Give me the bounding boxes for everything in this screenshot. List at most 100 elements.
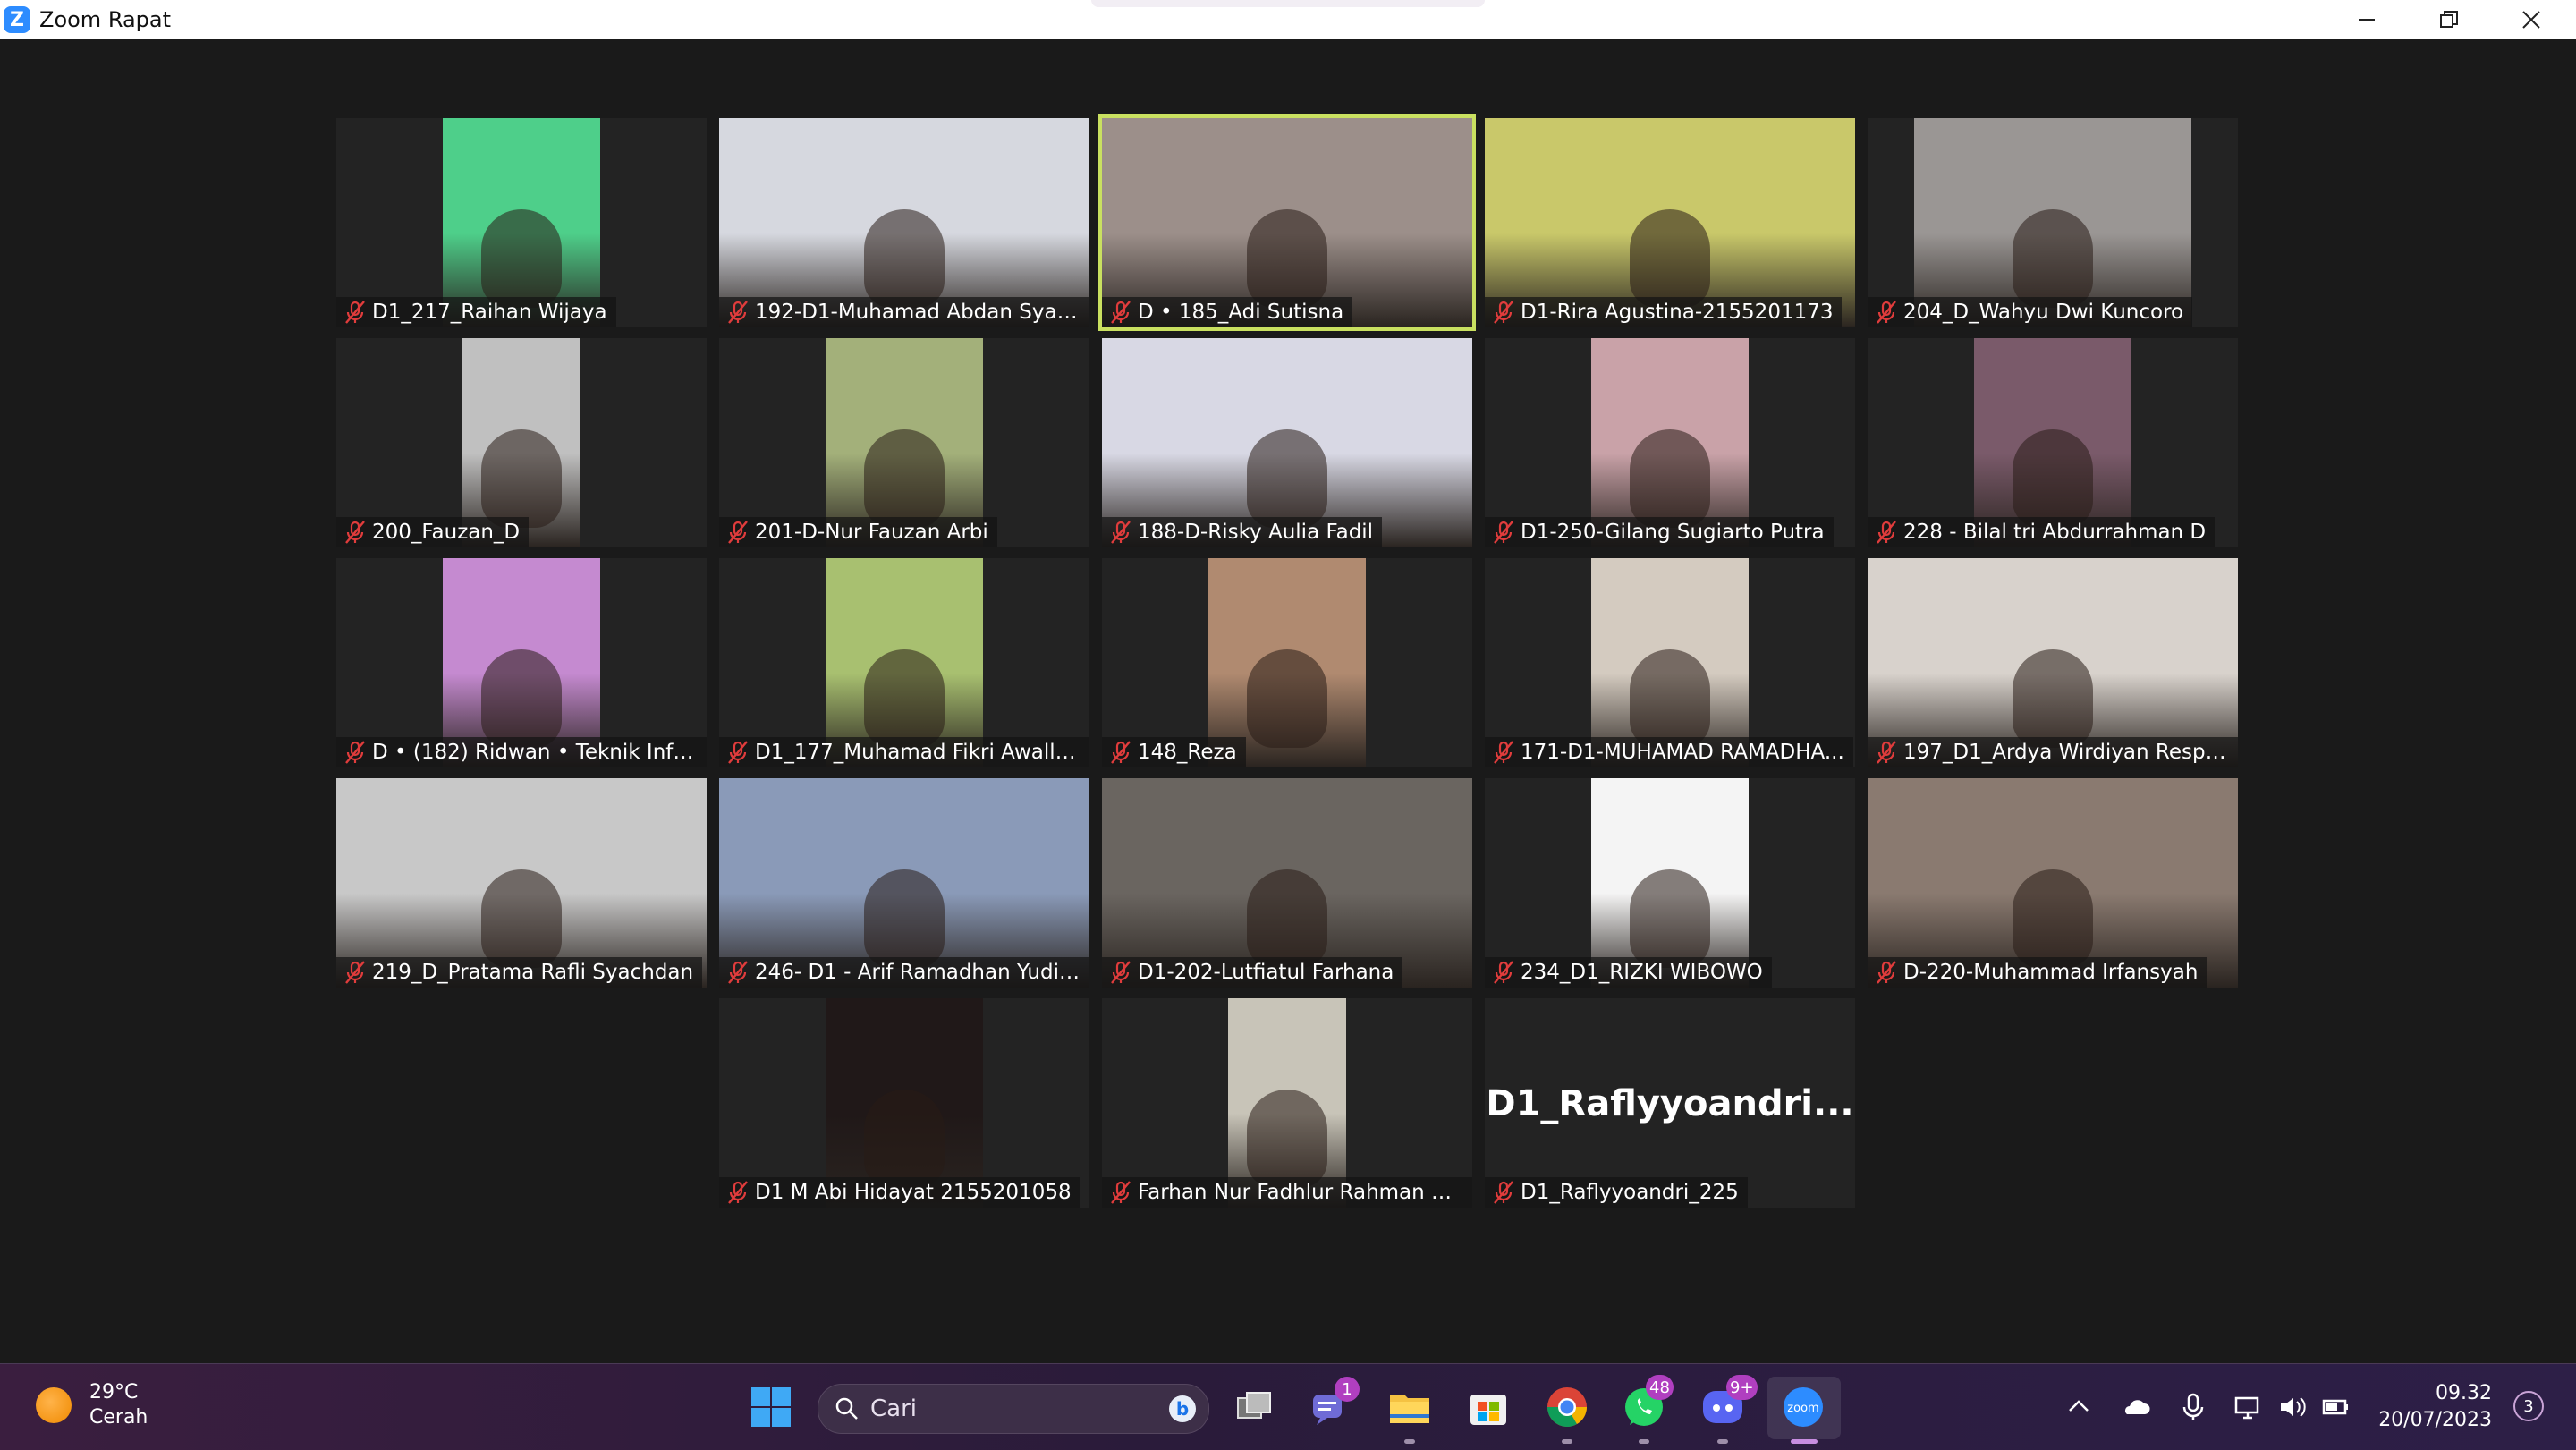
close-icon	[2522, 11, 2540, 29]
participant-tile[interactable]: 234_D1_RIZKI WIBOWO	[1485, 778, 1855, 988]
svg-text:zoom: zoom	[1787, 1402, 1818, 1415]
person-silhouette	[1247, 1090, 1327, 1188]
battery-icon[interactable]	[2320, 1391, 2352, 1423]
search-placeholder: Cari	[870, 1395, 917, 1422]
close-button[interactable]	[2490, 0, 2572, 39]
start-button[interactable]	[748, 1384, 794, 1430]
minimize-button[interactable]	[2326, 0, 2408, 39]
muted-mic-icon	[724, 519, 751, 546]
muted-mic-icon	[342, 299, 369, 326]
muted-mic-icon	[1490, 959, 1517, 986]
restore-button[interactable]	[2408, 0, 2490, 39]
participant-name: 171-D1-MUHAMAD RAMADHA...	[1521, 741, 1844, 764]
muted-mic-icon	[1490, 1179, 1517, 1206]
onedrive-cloud-icon[interactable]	[2120, 1391, 2152, 1423]
participant-name: 201-D-Nur Fauzan Arbi	[755, 521, 988, 544]
person-silhouette	[2012, 649, 2093, 748]
person-silhouette	[864, 1090, 945, 1188]
participant-tile[interactable]: 171-D1-MUHAMAD RAMADHA...	[1485, 558, 1855, 767]
whatsapp-running-indicator	[1639, 1439, 1649, 1444]
participant-tile[interactable]: D-220-Muhammad Irfansyah	[1868, 778, 2238, 988]
participant-tile[interactable]: 246- D1 - Arif Ramadhan Yudiasa	[719, 778, 1089, 988]
sun-icon	[36, 1387, 72, 1423]
microphone-icon[interactable]	[2177, 1391, 2209, 1423]
participant-tile[interactable]: 201-D-Nur Fauzan Arbi	[719, 338, 1089, 547]
notification-count-badge[interactable]: 3	[2513, 1391, 2544, 1421]
participant-name: D1-202-Lutfiatul Farhana	[1138, 961, 1394, 984]
task-view-button[interactable]	[1231, 1384, 1277, 1430]
participant-nameplate: 246- D1 - Arif Ramadhan Yudiasa	[719, 957, 1089, 988]
participant-video	[719, 118, 1089, 327]
minimize-icon	[2359, 19, 2375, 21]
participant-name: D1 M Abi Hidayat 2155201058	[755, 1181, 1072, 1204]
person-silhouette	[1630, 649, 1710, 748]
participant-nameplate: D1_177_Muhamad Fikri Awalludin	[719, 737, 1089, 767]
participant-nameplate: 234_D1_RIZKI WIBOWO	[1485, 957, 1772, 988]
participant-tile[interactable]: D1-250-Gilang Sugiarto Putra	[1485, 338, 1855, 547]
participant-video	[1102, 338, 1472, 547]
muted-mic-icon	[724, 739, 751, 766]
search-icon	[835, 1397, 858, 1420]
person-silhouette	[2012, 209, 2093, 308]
zoom-button[interactable]: zoom	[1780, 1384, 1826, 1430]
participant-tile[interactable]: D • 185_Adi Sutisna	[1098, 114, 1476, 331]
participant-nameplate: D-220-Muhammad Irfansyah	[1868, 957, 2207, 988]
participant-tile[interactable]: D1_177_Muhamad Fikri Awalludin	[719, 558, 1089, 767]
participant-tile[interactable]: D1_217_Raihan Wijaya	[336, 118, 707, 327]
participant-tile[interactable]: 228 - Bilal tri Abdurrahman D	[1868, 338, 2238, 547]
participant-nameplate: D1-250-Gilang Sugiarto Putra	[1485, 517, 1834, 547]
muted-mic-icon	[1107, 959, 1134, 986]
participant-video	[1228, 998, 1346, 1208]
participant-tile[interactable]: 200_Fauzan_D	[336, 338, 707, 547]
participant-tile[interactable]: 192-D1-Muhamad Abdan Syakur	[719, 118, 1089, 327]
participant-tile[interactable]: D1-Rira Agustina-2155201173	[1485, 118, 1855, 327]
participant-display-name-large: D1_Raflyyoandri...	[1486, 1083, 1854, 1124]
participant-tile[interactable]: 148_Reza	[1102, 558, 1472, 767]
participant-tile[interactable]: D1 M Abi Hidayat 2155201058	[719, 998, 1089, 1208]
restore-icon	[2440, 11, 2458, 28]
person-silhouette	[1630, 209, 1710, 308]
person-silhouette	[1630, 429, 1710, 528]
microsoft-store-button[interactable]	[1465, 1384, 1512, 1430]
windows-logo-icon	[751, 1387, 791, 1427]
participant-name: D • 185_Adi Sutisna	[1138, 301, 1344, 324]
participant-nameplate: D1 M Abi Hidayat 2155201058	[719, 1177, 1080, 1208]
muted-mic-icon	[1490, 519, 1517, 546]
person-silhouette	[864, 429, 945, 528]
participant-name: D1-Rira Agustina-2155201173	[1521, 301, 1834, 324]
participant-nameplate: 201-D-Nur Fauzan Arbi	[719, 517, 997, 547]
participant-name: 234_D1_RIZKI WIBOWO	[1521, 961, 1763, 984]
participant-video	[719, 778, 1089, 988]
volume-icon[interactable]	[2277, 1391, 2309, 1423]
network-icon[interactable]	[2233, 1391, 2265, 1423]
participant-tile[interactable]: 219_D_Pratama Rafli Syachdan	[336, 778, 707, 988]
participant-tile[interactable]: D1_Raflyyoandri... D1_Raflyyoandri_225	[1485, 998, 1855, 1208]
participant-video	[826, 338, 983, 547]
weather-condition: Cerah	[89, 1406, 148, 1429]
participant-video	[1914, 118, 2191, 327]
whatsapp-badge: 48	[1646, 1375, 1674, 1400]
participant-video	[462, 338, 580, 547]
participant-tile[interactable]: 188-D-Risky Aulia Fadil	[1102, 338, 1472, 547]
participant-tile[interactable]: D1-202-Lutfiatul Farhana	[1102, 778, 1472, 988]
participant-video	[443, 118, 600, 327]
participant-tile[interactable]: 204_D_Wahyu Dwi Kuncoro	[1868, 118, 2238, 327]
participant-tile[interactable]: Farhan Nur Fadhlur Rahman D1 ...	[1102, 998, 1472, 1208]
muted-mic-icon	[1107, 299, 1134, 326]
show-hidden-icons-chevron-up-icon[interactable]	[2063, 1391, 2095, 1423]
explorer-running-indicator	[1404, 1439, 1415, 1444]
participant-video	[1208, 558, 1366, 767]
chrome-icon	[1547, 1387, 1587, 1427]
participant-tile[interactable]: 197_D1_Ardya Wirdiyan Respati	[1868, 558, 2238, 767]
person-silhouette	[1247, 209, 1327, 308]
chrome-button[interactable]	[1544, 1384, 1590, 1430]
participant-name: 219_D_Pratama Rafli Syachdan	[372, 961, 694, 984]
file-explorer-button[interactable]	[1386, 1384, 1433, 1430]
system-clock[interactable]: 09.32 20/07/2023	[2370, 1380, 2492, 1434]
participant-tile[interactable]: D • (182) Ridwan • Teknik Inform...	[336, 558, 707, 767]
participant-video	[443, 558, 600, 767]
weather-widget[interactable]: 29°C Cerah	[36, 1380, 148, 1430]
taskbar-search[interactable]: Cari b	[818, 1384, 1209, 1434]
zoom-logo-icon: Z	[4, 6, 30, 33]
bing-icon[interactable]: b	[1167, 1394, 1198, 1424]
